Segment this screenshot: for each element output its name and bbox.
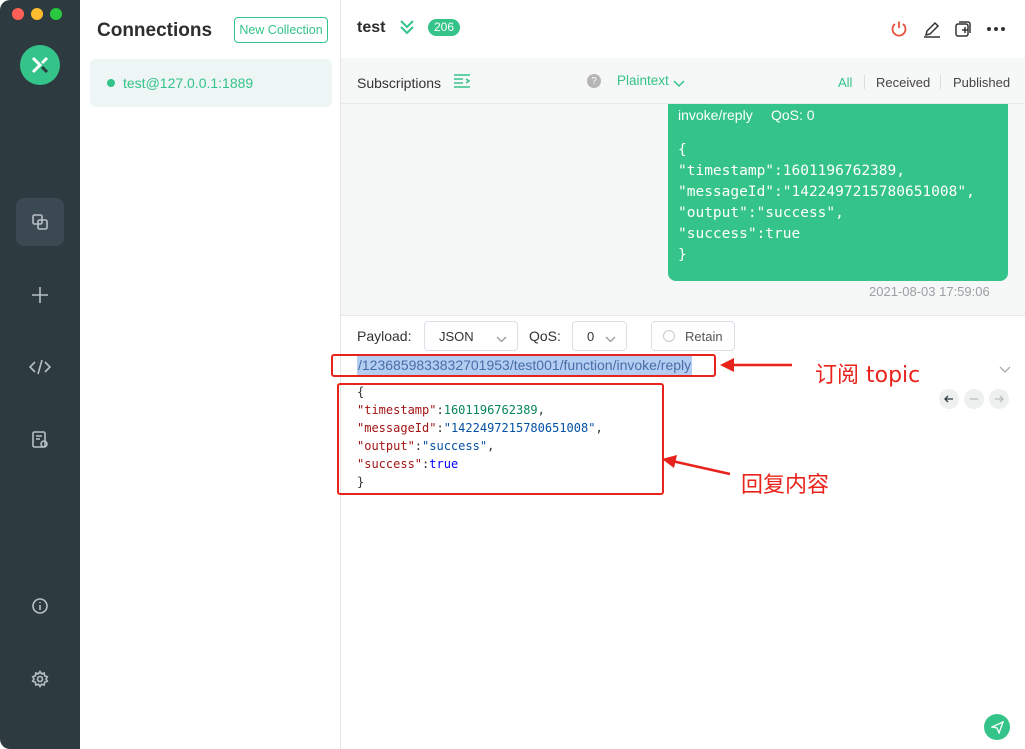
connections-title: Connections bbox=[97, 20, 213, 41]
retain-radio[interactable] bbox=[663, 330, 675, 342]
message-composer: Payload: JSON QoS: 0 Retain /12368598338… bbox=[341, 315, 1025, 749]
connection-item[interactable]: test@127.0.0.1:1889 bbox=[90, 59, 332, 107]
subscriptions-bar: Subscriptions ? Plaintext All Received P… bbox=[341, 58, 1025, 104]
topic-annotation-box bbox=[331, 354, 716, 377]
filter-received[interactable]: Received bbox=[876, 75, 930, 90]
retain-toggle[interactable]: Retain bbox=[651, 321, 735, 351]
history-navigation bbox=[939, 389, 1009, 409]
minimize-window-button[interactable] bbox=[31, 8, 43, 20]
chevron-down-icon[interactable] bbox=[673, 75, 685, 93]
arrow-right-icon[interactable] bbox=[989, 389, 1009, 409]
reply-annotation-arrow bbox=[662, 455, 731, 476]
payload-type-select[interactable]: JSON bbox=[424, 321, 518, 351]
disconnect-icon[interactable] bbox=[888, 18, 910, 40]
maximize-window-button[interactable] bbox=[50, 8, 62, 20]
topic-annotation-arrow bbox=[720, 358, 792, 372]
reply-annotation-box bbox=[337, 383, 664, 495]
settings-icon[interactable] bbox=[16, 655, 64, 703]
message-count-badge: 206 bbox=[428, 19, 461, 36]
qos-label: QoS: bbox=[529, 328, 561, 344]
qos-select[interactable]: 0 bbox=[572, 321, 627, 351]
more-icon[interactable] bbox=[985, 18, 1007, 40]
retain-label: Retain bbox=[685, 328, 723, 344]
topic-annotation-label: 订阅 topic bbox=[815, 363, 921, 388]
subscriptions-toggle-icon[interactable] bbox=[453, 73, 471, 94]
qos-value: 0 bbox=[587, 328, 595, 344]
subscriptions-label[interactable]: Subscriptions bbox=[357, 75, 441, 91]
message-topic: invoke/reply bbox=[678, 107, 753, 123]
connection-title: test bbox=[357, 19, 386, 36]
minus-icon[interactable] bbox=[964, 389, 984, 409]
filter-published[interactable]: Published bbox=[953, 75, 1010, 90]
new-window-icon[interactable] bbox=[952, 18, 974, 40]
payload-label: Payload: bbox=[357, 328, 412, 344]
message-timestamp: 2021-08-03 17:59:06 bbox=[869, 284, 990, 299]
app-logo bbox=[20, 45, 60, 85]
script-icon[interactable] bbox=[16, 343, 64, 391]
connection-label: test@127.0.0.1:1889 bbox=[123, 75, 254, 91]
help-icon[interactable]: ? bbox=[587, 74, 601, 88]
add-icon[interactable] bbox=[16, 271, 64, 319]
new-collection-button[interactable]: New Collection bbox=[234, 17, 328, 43]
double-chevron-down-icon[interactable] bbox=[399, 18, 415, 41]
filter-all[interactable]: All bbox=[838, 75, 852, 90]
connections-icon[interactable] bbox=[16, 198, 64, 246]
arrow-left-icon[interactable] bbox=[939, 389, 959, 409]
chevron-down-icon[interactable] bbox=[999, 361, 1011, 379]
connection-topbar: test 206 bbox=[341, 0, 1025, 58]
chevron-down-icon bbox=[496, 331, 507, 346]
message-qos: QoS: 0 bbox=[771, 107, 815, 123]
info-icon[interactable] bbox=[16, 582, 64, 630]
reply-annotation-label: 回复内容 bbox=[741, 473, 830, 498]
log-icon[interactable] bbox=[16, 416, 64, 464]
message-list[interactable]: invoke/reply QoS: 0 { "timestamp":160119… bbox=[341, 104, 1025, 315]
send-button[interactable] bbox=[984, 714, 1010, 740]
edit-icon[interactable] bbox=[921, 18, 943, 40]
payload-type-value: JSON bbox=[439, 328, 474, 344]
connected-status-dot bbox=[107, 79, 115, 87]
filter-divider bbox=[864, 75, 865, 89]
message-payload: { "timestamp":1601196762389, "messageId"… bbox=[678, 142, 975, 263]
filter-divider bbox=[940, 75, 941, 89]
close-window-button[interactable] bbox=[12, 8, 24, 20]
connections-panel: Connections New Collection test@127.0.0.… bbox=[80, 0, 341, 749]
published-message-bubble[interactable]: invoke/reply QoS: 0 { "timestamp":160119… bbox=[668, 104, 1008, 281]
sidebar-rail bbox=[0, 0, 80, 749]
chevron-down-icon bbox=[605, 331, 616, 346]
payload-format-select[interactable]: Plaintext bbox=[617, 73, 669, 88]
